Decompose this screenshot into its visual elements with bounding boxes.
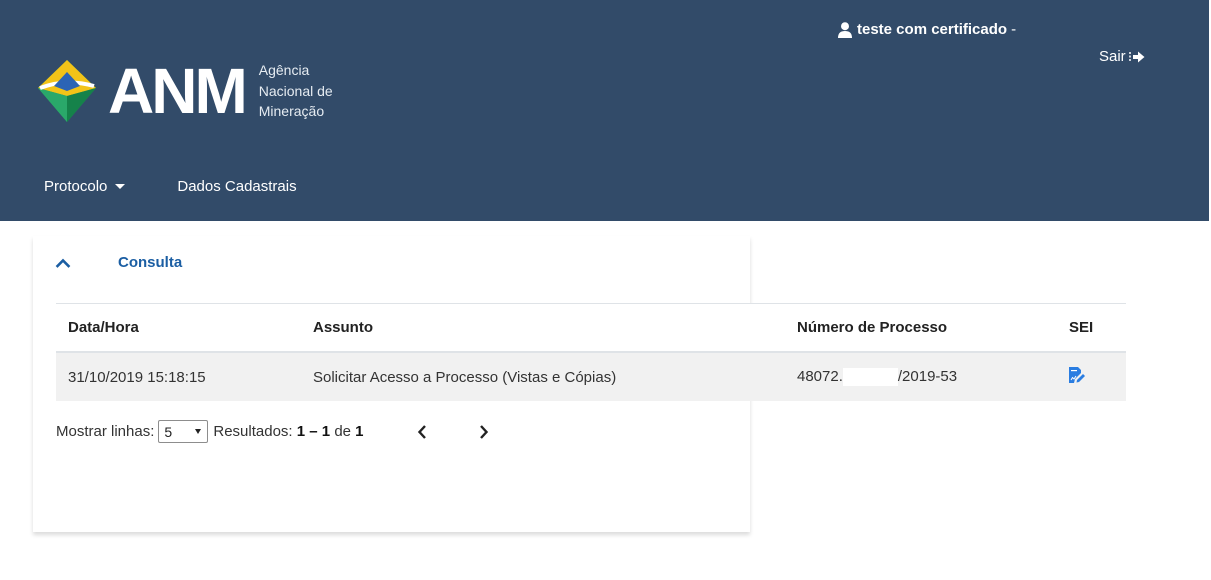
user-icon [838,21,852,38]
header-bar: ANM Agência Nacional de Mineração teste … [0,0,1211,221]
nav-item-label: Dados Cadastrais [177,178,297,195]
column-header-datetime[interactable]: Data/Hora [68,319,139,336]
table-row[interactable]: 31/10/2019 15:18:15 Solicitar Acesso a P… [56,353,1126,401]
consulta-section-toggle[interactable]: Consulta [55,254,182,271]
logout-label: Sair [1099,48,1126,65]
main-nav: Protocolo Dados Cadastrais [44,178,297,195]
dropdown-arrow-icon [195,429,202,434]
cell-sei [1068,366,1086,388]
cell-process-number: 48072. /2019-53 [797,367,958,387]
logo-subtitle: Agência Nacional de Mineração [259,60,349,122]
logout-button[interactable]: Sair [1099,48,1146,65]
chevron-up-icon [55,258,71,268]
user-suffix: - [1011,21,1017,38]
column-header-process-number[interactable]: Número de Processo [797,319,947,336]
nav-item-dados-cadastrais[interactable]: Dados Cadastrais [177,178,296,195]
results-label: Resultados: [213,423,293,440]
results-summary: Resultados: 1 – 1 de 1 [213,423,363,440]
pagination: Mostrar linhas: 5 Resultados: 1 – 1 de 1 [56,420,491,443]
logo-subtitle-line: Mineração [258,103,325,120]
logo-wordmark: ANM [108,55,248,127]
redacted-block [842,368,898,387]
user-info[interactable]: teste com certificado - [838,21,1016,38]
cell-datetime: 31/10/2019 15:18:15 [68,368,206,386]
caret-down-icon [115,184,126,189]
results-range: 1 – 1 [296,423,331,440]
sign-out-icon [1128,51,1145,62]
user-name: teste com certificado [857,21,1008,38]
chevron-right-icon [479,424,488,439]
results-table: Data/Hora Assunto Número de Processo SEI… [56,303,1126,401]
next-page-button[interactable] [477,424,491,440]
logo-subtitle-line: Agência [258,62,310,79]
previous-page-button[interactable] [415,424,429,440]
table-header: Data/Hora Assunto Número de Processo SEI [56,303,1126,353]
rows-label: Mostrar linhas: [56,423,155,440]
results-total: 1 [355,423,364,440]
logo-subtitle-line: Nacional de [258,82,333,99]
rows-per-page-select[interactable]: 5 [158,420,209,443]
section-title: Consulta [118,254,183,271]
column-header-subject[interactable]: Assunto [313,319,373,336]
cell-subject: Solicitar Acesso a Processo (Vistas e Có… [313,368,617,386]
anm-diamond-logo-icon [38,60,96,122]
process-prefix: 48072. [797,367,843,385]
column-header-sei[interactable]: SEI [1069,319,1093,336]
nav-item-label: Protocolo [44,178,108,195]
rows-per-page-value: 5 [164,423,173,440]
nav-item-protocolo[interactable]: Protocolo [44,178,126,195]
chevron-left-icon [417,424,426,439]
anm-logo[interactable]: ANM Agência Nacional de Mineração [36,56,349,126]
process-suffix: /2019-53 [897,367,958,385]
results-of: de [334,423,351,440]
edit-document-icon[interactable] [1068,366,1086,384]
